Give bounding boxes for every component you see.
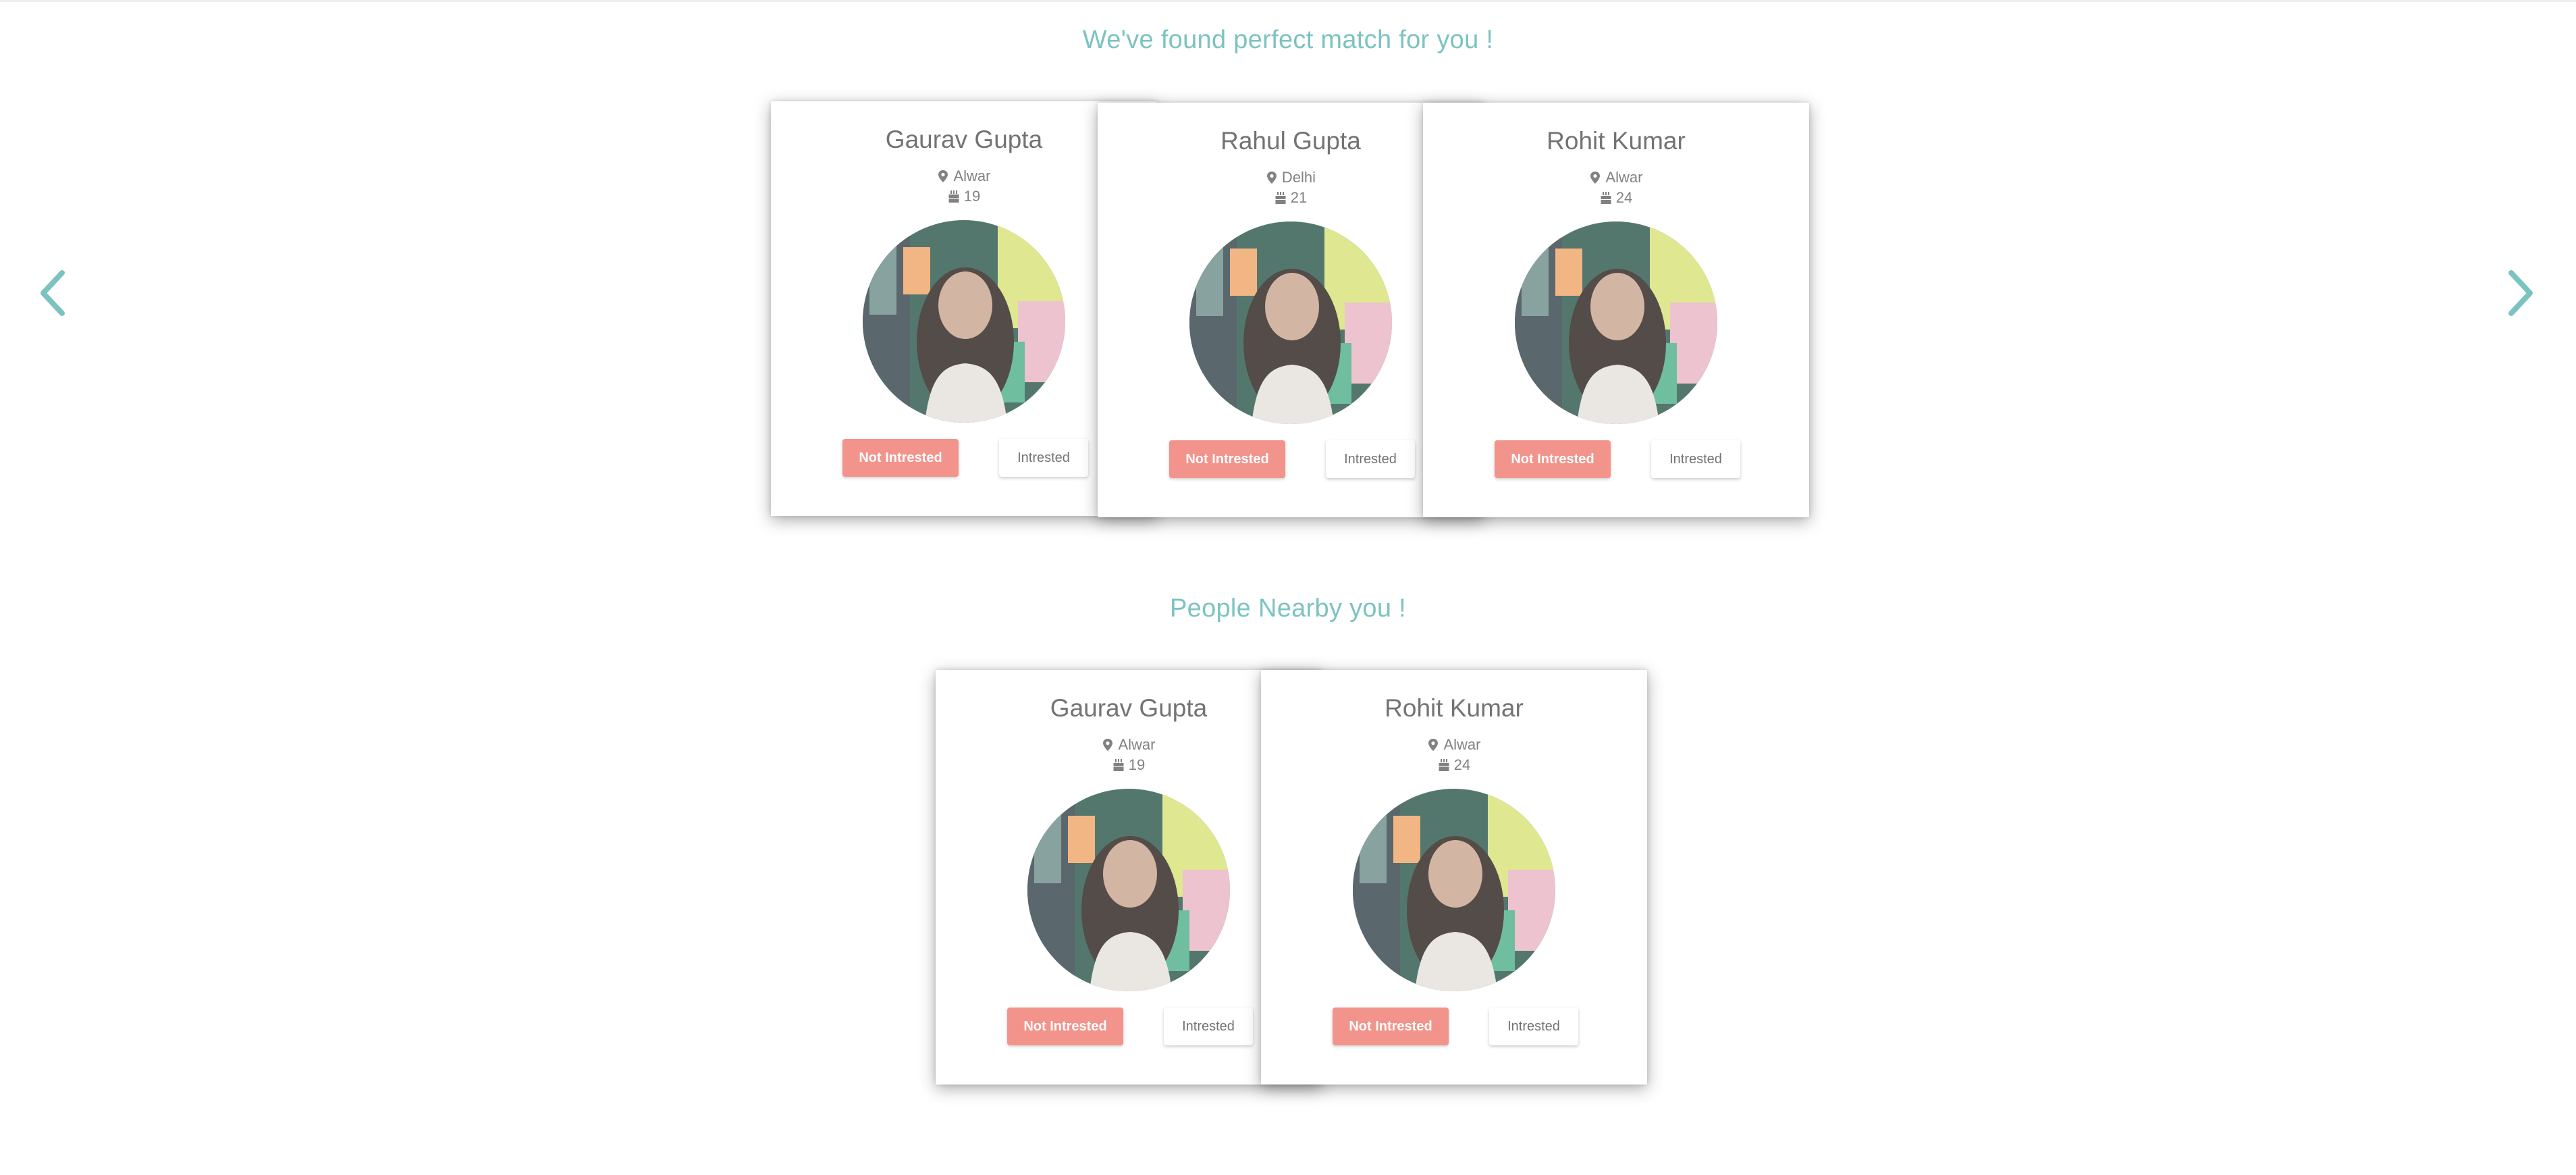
interested-button[interactable]: Intrested [1651,440,1740,478]
not-interested-button[interactable]: Not Intrested [1169,440,1285,478]
location-text: Alwar [953,167,991,184]
birthday-cake-icon [948,190,959,203]
profile-location: Alwar [1261,736,1647,754]
birthday-cake-icon [1113,759,1124,771]
birthday-cake-icon [1275,192,1286,204]
interested-button[interactable]: Intrested [1489,1008,1578,1045]
profile-photo-image [1027,789,1230,991]
profile-photo [1515,221,1717,424]
interested-button[interactable]: Intrested [1164,1008,1253,1045]
profile-photo-image [1189,221,1392,424]
location-text: Delhi [1281,169,1316,186]
chevron-right-icon [2508,270,2533,316]
profile-name: Rohit Kumar [1385,694,1524,722]
interested-button[interactable]: Intrested [999,439,1088,477]
profile-photo [1189,221,1392,424]
location-text: Alwar [1443,736,1481,753]
interested-button[interactable]: Intrested [1326,440,1415,478]
nearby-card: Rohit Kumar Alwar 24 Not Intrested Intre… [1261,670,1647,1085]
profile-age: 24 [1261,756,1647,774]
map-marker-icon [938,170,948,182]
map-marker-icon [1590,172,1601,184]
profile-photo-image [1515,221,1717,424]
age-text: 19 [963,188,981,205]
map-marker-icon [1103,739,1113,751]
matches-section-title: We've found perfect match for you ! [1082,26,1494,54]
top-divider [0,0,2576,2]
birthday-cake-icon [1601,192,1611,204]
map-marker-icon [1428,739,1439,751]
profile-photo [1353,789,1555,991]
profile-photo [863,220,1065,423]
age-text: 24 [1453,756,1471,773]
not-interested-button[interactable]: Not Intrested [1333,1008,1449,1045]
not-interested-button[interactable]: Not Intrested [842,439,959,477]
profile-photo [1027,789,1230,991]
age-text: 19 [1128,756,1146,773]
profile-age: 24 [1423,189,1809,207]
age-text: 21 [1290,189,1308,206]
location-text: Alwar [1118,736,1156,753]
birthday-cake-icon [1439,759,1449,771]
carousel-next-button[interactable] [2503,267,2537,319]
page: We've found perfect match for you ! Gaur… [0,0,2576,1175]
chevron-left-icon [41,270,65,316]
carousel-prev-button[interactable] [36,267,70,319]
not-interested-button[interactable]: Not Intrested [1007,1008,1123,1045]
profile-name: Rohit Kumar [1547,127,1686,155]
nearby-section-title: People Nearby you ! [1169,594,1407,623]
age-text: 24 [1615,189,1633,206]
profile-location: Alwar [1423,169,1809,186]
location-text: Alwar [1605,169,1643,186]
profile-photo-image [863,220,1065,423]
profile-photo-image [1353,789,1555,991]
match-card: Rohit Kumar Alwar 24 Not Intrested Intre… [1423,103,1809,517]
map-marker-icon [1266,172,1277,184]
not-interested-button[interactable]: Not Intrested [1495,440,1611,478]
